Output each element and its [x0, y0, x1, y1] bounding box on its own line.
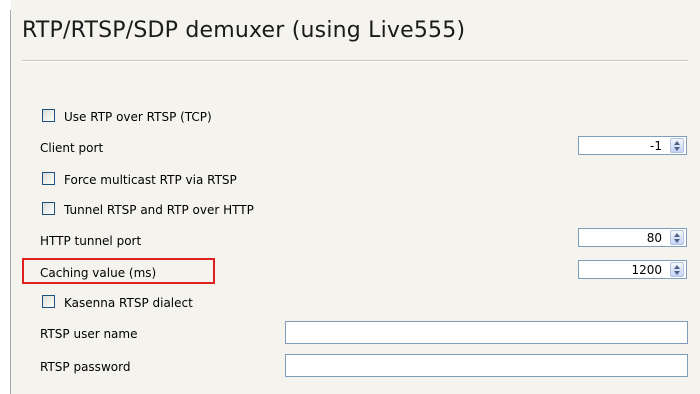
spin-down-icon[interactable] — [674, 271, 680, 275]
client-port-spinbox[interactable]: -1 — [578, 136, 687, 155]
http-tunnel-port-value: 80 — [646, 231, 662, 245]
tunnel-rtsp-http-checkbox[interactable] — [42, 202, 55, 215]
spin-up-icon[interactable] — [674, 233, 680, 237]
kasenna-dialect-label[interactable]: Kasenna RTSP dialect — [64, 296, 193, 310]
caching-value-spin-buttons[interactable] — [670, 262, 684, 277]
title-separator-highlight — [22, 61, 688, 62]
kasenna-dialect-checkbox[interactable] — [42, 295, 55, 308]
rtsp-password-input[interactable] — [285, 354, 688, 377]
rtsp-password-label: RTSP password — [40, 360, 131, 374]
client-port-value: -1 — [650, 139, 662, 153]
use-rtp-over-rtsp-label[interactable]: Use RTP over RTSP (TCP) — [64, 110, 212, 124]
tunnel-rtsp-http-row: Tunnel RTSP and RTP over HTTP — [22, 199, 688, 221]
force-multicast-checkbox[interactable] — [42, 172, 55, 185]
spin-down-icon[interactable] — [674, 147, 680, 151]
force-multicast-row: Force multicast RTP via RTSP — [22, 169, 688, 191]
page-title: RTP/RTSP/SDP demuxer (using Live555) — [22, 18, 466, 43]
force-multicast-label[interactable]: Force multicast RTP via RTSP — [64, 173, 237, 187]
spin-down-icon[interactable] — [674, 239, 680, 243]
caching-value-highlight-box — [22, 258, 215, 284]
caching-value-spinbox[interactable]: 1200 — [578, 260, 687, 279]
client-port-label: Client port — [40, 141, 104, 155]
kasenna-dialect-row: Kasenna RTSP dialect — [22, 292, 688, 314]
http-tunnel-port-spinbox[interactable]: 80 — [578, 228, 687, 247]
use-rtp-over-rtsp-checkbox[interactable] — [42, 109, 55, 122]
caching-value-value: 1200 — [631, 263, 662, 277]
rtsp-user-name-input[interactable] — [285, 321, 688, 344]
rtsp-user-name-label: RTSP user name — [40, 327, 138, 341]
http-tunnel-port-spin-buttons[interactable] — [670, 230, 684, 245]
use-rtp-over-rtsp-row: Use RTP over RTSP (TCP) — [22, 106, 688, 128]
spin-up-icon[interactable] — [674, 141, 680, 145]
spin-up-icon[interactable] — [674, 265, 680, 269]
tunnel-rtsp-http-label[interactable]: Tunnel RTSP and RTP over HTTP — [64, 203, 254, 217]
client-port-spin-buttons[interactable] — [670, 138, 684, 153]
http-tunnel-port-label: HTTP tunnel port — [40, 234, 142, 248]
